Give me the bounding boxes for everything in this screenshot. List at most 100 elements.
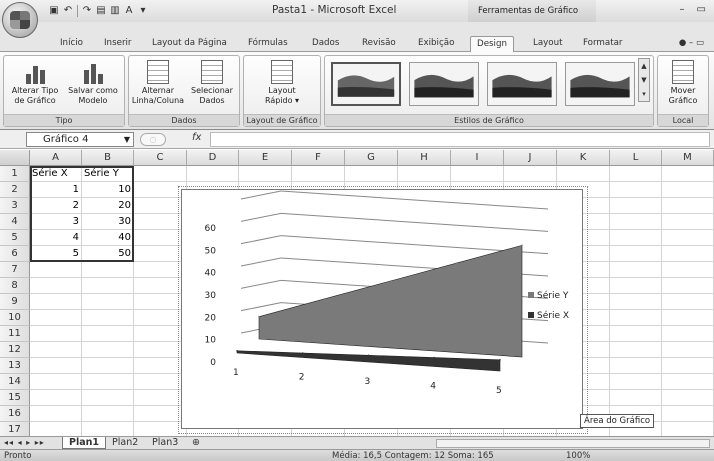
more-icon[interactable]: ▾ [639,87,649,101]
fx-icon[interactable]: fx [192,132,201,143]
row-header-14[interactable]: 14 [0,374,30,390]
tab-layout[interactable]: Layout [533,38,563,48]
salvar-modelo-button[interactable]: Salvar como Modelo [66,60,120,106]
legend-swatch [528,292,534,298]
row-header-1[interactable]: 1 [0,166,30,182]
redo-icon[interactable]: ↷ [81,4,93,17]
tab-formatar[interactable]: Formatar [583,38,623,48]
group-local: Mover Gráfico Local [657,55,709,127]
undo-icon[interactable]: ↶ [62,4,74,17]
row-header-11[interactable]: 11 [0,326,30,342]
column-header-a[interactable]: A [30,150,82,166]
selected-range [30,166,134,262]
column-header-e[interactable]: E [239,150,292,166]
row-header-8[interactable]: 8 [0,278,30,294]
chart-style-1[interactable] [331,62,401,106]
help-icon[interactable]: ● – ▭ [679,38,704,48]
row-header-2[interactable]: 2 [0,182,30,198]
data-point [323,298,326,300]
switch-row-column-icon [147,60,169,84]
alterar-tipo-label: Alterar Tipo de Gráfico [11,86,59,105]
column-header-l[interactable]: L [610,150,662,166]
data-point [433,356,436,359]
tab-layout-da-pagina[interactable]: Layout da Página [152,38,227,48]
gallery-scroll[interactable]: ▲ ▼ ▾ [638,58,650,102]
tab-inicio[interactable]: Início [60,38,83,48]
preview-icon[interactable]: ▥ [109,4,121,17]
row-header-3[interactable]: 3 [0,198,30,214]
formula-input[interactable] [210,132,710,147]
data-point [521,244,523,247]
selecionar-dados-button[interactable]: Selecionar Dados [187,60,237,106]
sheet-tab-plan1[interactable]: Plan1 [62,437,107,449]
tab-dados[interactable]: Dados [312,38,339,48]
column-header-g[interactable]: G [345,150,398,166]
minimize-icon[interactable]: – [680,4,685,15]
column-header-d[interactable]: D [187,150,239,166]
layout-rapido-button[interactable]: Layout Rápido ▾ [254,60,310,106]
chart-style-3[interactable] [487,62,557,106]
scroll-down-icon[interactable]: ▼ [639,73,649,87]
chart-style-2[interactable] [409,62,479,106]
scroll-up-icon[interactable]: ▲ [639,59,649,73]
alternar-linha-coluna-button[interactable]: Alternar Linha/Coluna [131,60,185,106]
group-tipo: Alterar Tipo de Gráfico Salvar como Mode… [3,55,125,127]
gridline-back [280,212,549,232]
tab-formulas[interactable]: Fórmulas [248,38,288,48]
chart-area[interactable]: 0 10 20 30 40 50 60 1 2 3 4 5 Série Y Série X [178,186,588,434]
y-tick-label: 0 [210,358,216,368]
formula-cancel-icon: ◌ [140,133,166,146]
group-label-layout: Layout de Gráfico [244,114,320,126]
row-header-10[interactable]: 10 [0,310,30,326]
close-icon[interactable]: ▭ [697,4,706,15]
tab-exibicao[interactable]: Exibição [418,38,454,48]
column-header-c[interactable]: C [134,150,187,166]
row-header-4[interactable]: 4 [0,214,30,230]
column-header-j[interactable]: J [504,150,557,166]
font-icon[interactable]: A [123,4,135,17]
row-header-6[interactable]: 6 [0,246,30,262]
legend-swatch [528,312,534,318]
data-point [236,349,238,352]
formula-bar: Gráfico 4 ▼ ◌ fx [0,130,714,149]
select-data-icon [201,60,223,84]
customize-qat-icon[interactable]: ▾ [137,4,149,17]
select-all-corner[interactable] [0,150,30,166]
row-header-15[interactable]: 15 [0,390,30,406]
column-header-h[interactable]: H [398,150,451,166]
tab-design[interactable]: Design [470,36,514,53]
chevron-down-icon[interactable]: ▼ [124,133,130,146]
row-header-5[interactable]: 5 [0,230,30,246]
data-point [455,262,458,264]
row-header-9[interactable]: 9 [0,294,30,310]
legend-label: Série Y [537,290,569,301]
office-button[interactable] [2,2,38,38]
sheet-nav-arrows-icon[interactable]: ◂◂ ◂ ▸ ▸▸ [4,438,45,447]
tab-revisao[interactable]: Revisão [362,38,396,48]
save-icon[interactable]: ▣ [48,4,60,17]
alterar-tipo-button[interactable]: Alterar Tipo de Gráfico [8,60,62,106]
chart-style-4[interactable] [565,62,635,106]
row-header-7[interactable]: 7 [0,262,30,278]
sheet-tab-plan3[interactable]: Plan3 [146,437,184,449]
column-header-i[interactable]: I [451,150,504,166]
zoom-level[interactable]: 100% [566,450,590,461]
title-bar: ▣ ↶ ↷ ▤ ▥ A ▾ Pasta1 - Microsoft Excel F… [0,0,714,22]
data-point [367,354,370,357]
column-header-k[interactable]: K [557,150,610,166]
tab-inserir[interactable]: Inserir [104,38,132,48]
name-box[interactable]: Gráfico 4 ▼ [26,132,134,147]
row-header-12[interactable]: 12 [0,342,30,358]
ribbon: Alterar Tipo de Gráfico Salvar como Mode… [0,52,714,130]
column-header-b[interactable]: B [82,150,134,166]
mover-grafico-button[interactable]: Mover Gráfico [660,60,706,106]
status-bar: Pronto Média: 16,5 Contagem: 12 Soma: 16… [0,449,714,461]
column-header-m[interactable]: M [662,150,714,166]
row-header-13[interactable]: 13 [0,358,30,374]
insert-sheet-icon[interactable]: ⊕ [186,437,206,449]
open-icon[interactable]: ▤ [95,4,107,17]
column-header-f[interactable]: F [292,150,345,166]
sheet-tab-plan2[interactable]: Plan2 [106,437,144,449]
row-header-16[interactable]: 16 [0,406,30,422]
horizontal-scrollbar[interactable] [436,439,710,448]
